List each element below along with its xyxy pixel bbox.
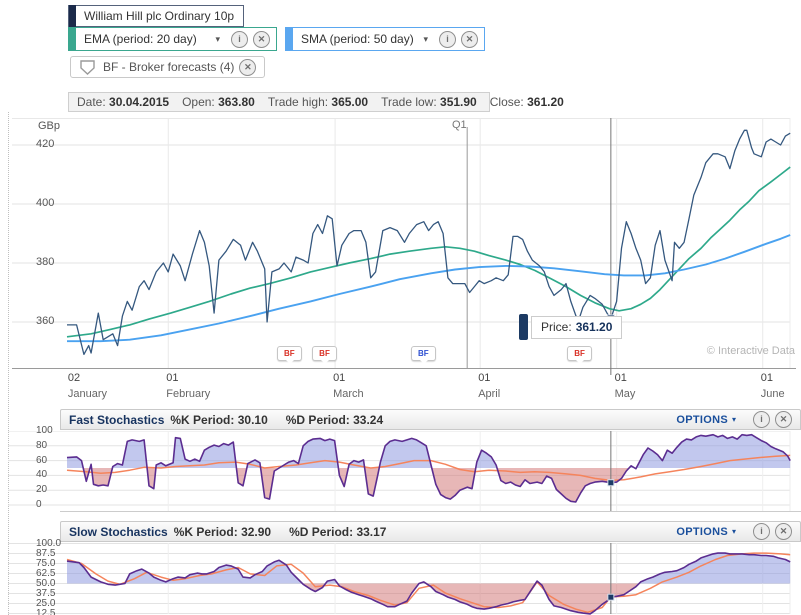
quote-summary-bar: Date: 30.04.2015 Open: 363.80 Trade high: … [68,92,490,112]
x-axis-month-label: February [166,388,210,400]
quote-item: Trade high: 365.00 [268,95,368,109]
ema-label: EMA (period: 20 day) [84,32,209,46]
fast-stochastics-title: Fast Stochastics [69,413,164,427]
slow-stochastics-header: Slow Stochastics %K Period: 32.90 %D Per… [60,521,801,542]
broker-forecast-flag[interactable]: BF [277,346,302,361]
quarter-label: Q1 [452,119,467,131]
stoch-y-tick-label: 20 [36,484,70,495]
x-axis-day-label: 02 [68,372,80,384]
sma-label: SMA (period: 50 day) [301,32,417,46]
fast-stochastics-header: Fast Stochastics %K Period: 30.10 %D Per… [60,409,801,430]
ticker-label: William Hill plc Ordinary 10p [84,9,234,23]
x-axis-month-label: April [478,388,500,400]
x-axis-day-label: 01 [478,372,490,384]
broker-forecasts-chip[interactable]: BF - Broker forecasts (4) ✕ [70,56,265,78]
y-axis-tick-label: 360 [36,315,70,327]
info-icon[interactable]: i [753,523,770,540]
sma-indicator-chip[interactable]: SMA (period: 50 day) ▾ i ✕ [285,27,485,51]
close-icon[interactable]: ✕ [253,31,270,48]
x-axis-month-label: March [333,388,364,400]
quote-item: Date: 30.04.2015 [77,95,169,109]
broker-forecast-flag[interactable]: BF [312,346,337,361]
chevron-down-icon[interactable]: ▾ [423,34,428,45]
close-icon[interactable]: ✕ [775,523,792,540]
price-tooltip-label: Price: [541,320,572,334]
close-icon[interactable]: ✕ [775,411,792,428]
y-axis-tick-label: 420 [36,138,70,150]
price-tooltip: Price: 361.20 [519,314,622,340]
info-icon[interactable]: i [439,31,456,48]
x-axis-day-label: 01 [166,372,178,384]
x-axis-month-label: June [761,388,785,400]
stoch-y-tick-label: 100 [36,425,70,436]
chevron-down-icon[interactable]: ▾ [732,415,736,424]
stoch-y-tick-label: 40 [36,469,70,480]
ema-indicator-chip[interactable]: EMA (period: 20 day) ▾ i ✕ [68,27,277,51]
quote-item: Close: 361.20 [490,95,564,109]
provider-watermark: © Interactive Data [700,345,795,357]
broker-forecast-flag[interactable]: BF [411,346,436,361]
x-axis-day-label: 01 [761,372,773,384]
chevron-down-icon[interactable]: ▾ [215,34,220,45]
price-tooltip-handle [519,314,528,340]
close-icon[interactable]: ✕ [239,59,256,76]
ticker-chip[interactable]: William Hill plc Ordinary 10p [68,5,244,27]
x-axis-day-label: 01 [333,372,345,384]
stoch-y-tick-label: 60 [36,455,70,466]
y-axis-tick-label: 380 [36,256,70,268]
flag-pin-icon [79,59,96,76]
ticker-color-swatch [69,5,76,27]
sma-color-swatch [286,27,293,51]
x-axis-month-label: January [68,388,107,400]
price-chart-canvas[interactable] [0,118,801,376]
stoch-y-tick-label: 80 [36,440,70,451]
slow-stochastics-title: Slow Stochastics [69,525,168,539]
broker-forecasts-label: BF - Broker forecasts (4) [103,60,234,74]
options-menu-button[interactable]: OPTIONS [676,414,728,426]
stoch-y-tick-label: 12.5 [36,608,70,615]
info-icon[interactable]: i [753,411,770,428]
broker-forecast-flag[interactable]: BF [567,346,592,361]
x-axis-month-label: May [615,388,636,400]
price-tooltip-value: 361.20 [576,320,613,334]
chart-application: William Hill plc Ordinary 10p EMA (perio… [0,0,801,615]
stoch-y-tick-label: 0 [36,499,70,510]
ema-color-swatch [69,27,76,51]
slow-stochastics-canvas[interactable] [0,543,801,615]
chevron-down-icon[interactable]: ▾ [732,527,736,536]
y-axis-tick-label: 400 [36,197,70,209]
fast-stochastics-canvas[interactable] [0,431,801,512]
quote-item: Open: 363.80 [182,95,255,109]
close-icon[interactable]: ✕ [461,31,478,48]
options-menu-button[interactable]: OPTIONS [676,526,728,538]
quote-item: Trade low: 351.90 [381,95,477,109]
x-axis-day-label: 01 [615,372,627,384]
info-icon[interactable]: i [231,31,248,48]
